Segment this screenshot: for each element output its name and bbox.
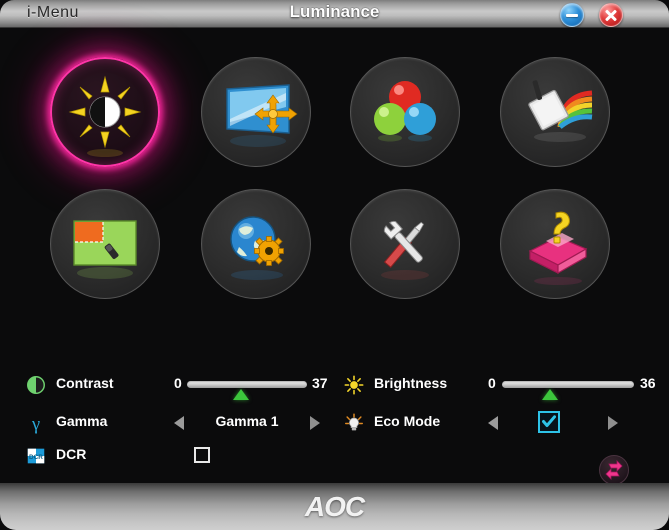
menu-item-color-setup[interactable] [343, 50, 467, 174]
setting-row-eco-mode: Eco Mode [340, 408, 640, 438]
contrast-max-value: 37 [312, 375, 328, 391]
setting-row-dcr: DCR DCR [22, 441, 322, 471]
contrast-min-value: 0 [174, 375, 182, 391]
contrast-slider-thumb[interactable] [233, 389, 249, 400]
prism-rainbow-icon [528, 80, 593, 142]
svg-text:DCR: DCR [29, 454, 43, 461]
rgb-balls-icon [374, 81, 436, 142]
minimize-button[interactable] [560, 3, 584, 27]
menu-item-luminance[interactable] [43, 50, 167, 174]
titlebar: i-Menu Luminance [0, 0, 669, 28]
menu-item-osd-setup[interactable] [43, 182, 167, 306]
globe-gear-icon [230, 216, 284, 280]
dcr-badge-icon: DCR [27, 448, 45, 464]
gamma-next-arrow[interactable] [310, 416, 320, 430]
wrench-screwdriver-icon [381, 220, 429, 280]
switch-mode-button[interactable] [599, 455, 629, 485]
osd-screen-icon [73, 220, 137, 279]
setting-row-contrast: Contrast 0 37 [22, 370, 328, 400]
sun-contrast-icon [68, 75, 142, 157]
menu-item-reset[interactable] [343, 182, 467, 306]
eco-mode-label: Eco Mode [374, 413, 441, 429]
contrast-half-circle-icon [27, 376, 45, 394]
contrast-slider-track[interactable] [187, 381, 307, 388]
brightness-min-value: 0 [488, 375, 496, 391]
gamma-label: Gamma [56, 413, 108, 429]
close-button[interactable] [599, 3, 623, 27]
dcr-label: DCR [56, 446, 87, 462]
eco-mode-next-arrow[interactable] [608, 416, 618, 430]
menu-item-help[interactable] [493, 182, 617, 306]
contrast-label: Contrast [56, 375, 114, 391]
settings-panel: Contrast 0 37 γ Gamma Gamma 1 DCR DCR Br… [0, 340, 669, 464]
pink-book-question-icon [528, 211, 588, 285]
eco-mode-prev-arrow[interactable] [488, 416, 498, 430]
sun-icon [344, 375, 364, 395]
menu-item-image-setup[interactable] [194, 50, 318, 174]
menu-item-picture-boost[interactable] [493, 50, 617, 174]
setting-row-brightness: Brightness 0 36 [340, 370, 656, 400]
menu-item-extra[interactable] [194, 182, 318, 306]
gamma-value: Gamma 1 [215, 413, 279, 429]
gamma-prev-arrow[interactable] [174, 416, 184, 430]
swap-arrows-icon [605, 460, 623, 480]
brightness-slider-track[interactable] [502, 381, 634, 388]
i-menu-window: i-Menu Luminance Contrast 0 37 γ Gamma G… [0, 0, 669, 530]
minus-icon [566, 14, 578, 17]
menu-icon-grid [0, 40, 669, 340]
setting-row-gamma: γ Gamma Gamma 1 [22, 408, 322, 438]
eco-bulb-icon [345, 413, 363, 431]
brightness-label: Brightness [374, 375, 448, 391]
eco-mode-checkbox[interactable] [538, 411, 560, 433]
main-body: Contrast 0 37 γ Gamma Gamma 1 DCR DCR Br… [0, 28, 669, 483]
close-icon [600, 4, 622, 26]
dcr-checkbox[interactable] [194, 447, 210, 463]
check-icon [542, 415, 556, 427]
gamma-symbol-icon: γ [31, 413, 40, 433]
screen-arrows-icon [226, 84, 298, 147]
svg-text:γ: γ [31, 413, 40, 433]
brightness-max-value: 36 [640, 375, 656, 391]
aoc-brand-logo: AOC [304, 491, 365, 522]
footer-bar: AOC [0, 483, 669, 530]
brightness-slider-thumb[interactable] [541, 389, 558, 400]
